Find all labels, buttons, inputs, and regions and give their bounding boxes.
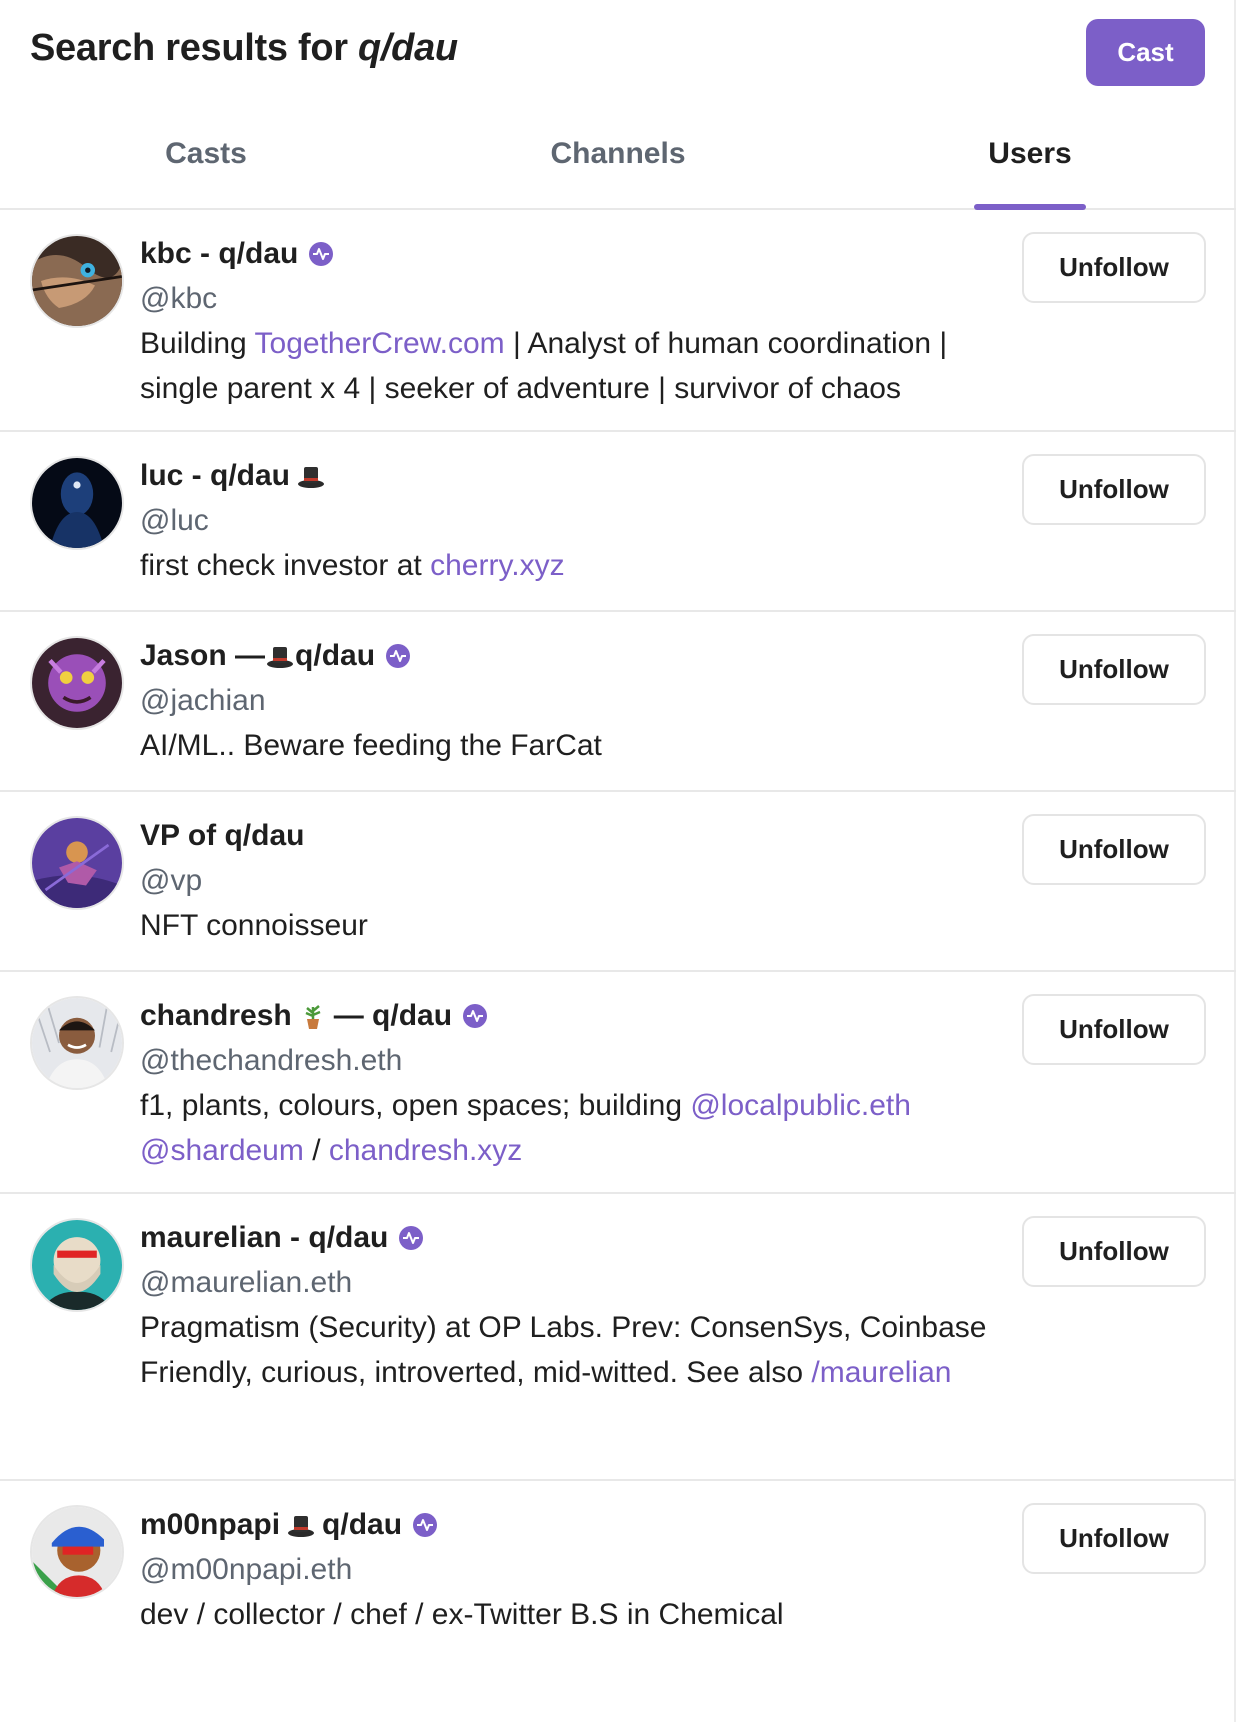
display-name-text: — q/dau	[333, 999, 453, 1032]
potted-plant-icon	[305, 1005, 321, 1029]
top-hat-icon	[288, 1516, 315, 1537]
user-bio: f1, plants, colours, open spaces; buildi…	[140, 1083, 1020, 1173]
tab-label: Casts	[165, 137, 247, 170]
tab-casts[interactable]: Casts	[0, 105, 412, 208]
avatar[interactable]	[30, 996, 124, 1090]
avatar[interactable]	[30, 636, 124, 730]
bio-text: AI/ML.. Beware feeding the FarCat	[140, 729, 602, 762]
display-name-text: q/dau	[322, 1508, 403, 1541]
display-name-text: q/dau	[295, 639, 376, 672]
tab-users[interactable]: Users	[824, 105, 1236, 210]
bio-link[interactable]: TogetherCrew.com	[255, 327, 505, 360]
user-row: chandresh — q/dau @thechandresh.eth f1, …	[0, 972, 1236, 1194]
title-prefix: Search results for	[30, 27, 348, 69]
avatar[interactable]	[30, 1505, 124, 1599]
display-name-text: chandresh	[140, 999, 292, 1032]
display-name-text: VP of q/dau	[140, 819, 305, 852]
user-bio: first check investor at cherry.xyz	[140, 543, 1020, 588]
verified-icon	[399, 1226, 424, 1250]
user-row: VP of q/dau @vp NFT connoisseur Unfollow	[0, 792, 1236, 972]
display-name-text: kbc - q/dau	[140, 237, 299, 270]
bio-text: Building	[140, 327, 255, 360]
user-bio: Building TogetherCrew.com | Analyst of h…	[140, 321, 1020, 411]
unfollow-button[interactable]: Unfollow	[1022, 994, 1206, 1065]
verified-icon	[413, 1513, 438, 1537]
avatar[interactable]	[30, 1218, 124, 1312]
bio-text: /	[303, 1134, 329, 1167]
bio-text: f1, plants, colours, open spaces; buildi…	[140, 1089, 691, 1122]
top-hat-icon	[298, 467, 324, 488]
avatar[interactable]	[30, 816, 124, 910]
user-bio: NFT connoisseur	[140, 903, 1020, 948]
user-bio: dev / collector / chef / ex-Twitter B.S …	[140, 1592, 1020, 1637]
display-name-text: Jason —	[140, 639, 266, 672]
avatar[interactable]	[30, 234, 124, 328]
user-row: maurelian - q/dau @maurelian.eth Pragmat…	[0, 1194, 1236, 1481]
user-row: kbc - q/dau @kbc Building TogetherCrew.c…	[0, 210, 1236, 432]
unfollow-button[interactable]: Unfollow	[1022, 1216, 1206, 1287]
tab-label: Channels	[550, 137, 686, 170]
bio-link[interactable]: /maurelian	[811, 1356, 951, 1389]
unfollow-button[interactable]: Unfollow	[1022, 634, 1206, 705]
bio-text: dev / collector / chef / ex-Twitter B.S …	[140, 1598, 784, 1631]
header: Search results for q/dau Cast	[0, 0, 1236, 105]
bio-link[interactable]: @localpublic.eth	[690, 1089, 911, 1122]
avatar[interactable]	[30, 456, 124, 550]
search-results-page: Search results for q/dau Cast Casts Chan…	[0, 0, 1236, 1722]
tab-label: Users	[988, 137, 1072, 170]
verified-icon	[386, 644, 411, 668]
bio-text: first check investor at	[140, 549, 431, 582]
verified-icon	[309, 242, 334, 266]
user-bio: Pragmatism (Security) at OP Labs. Prev: …	[140, 1305, 1020, 1395]
page-title: Search results for q/dau	[30, 27, 458, 70]
display-name-text: m00npapi	[140, 1508, 281, 1541]
user-row: luc - q/dau @luc first check investor at…	[0, 432, 1236, 612]
user-row: m00npapi q/dau @m00npapi.eth dev / colle…	[0, 1481, 1236, 1681]
tab-channels[interactable]: Channels	[412, 105, 824, 208]
unfollow-button[interactable]: Unfollow	[1022, 814, 1206, 885]
verified-icon	[463, 1004, 488, 1028]
unfollow-button[interactable]: Unfollow	[1022, 454, 1206, 525]
unfollow-button[interactable]: Unfollow	[1022, 1503, 1206, 1574]
unfollow-button[interactable]: Unfollow	[1022, 232, 1206, 303]
cast-button[interactable]: Cast	[1086, 19, 1205, 86]
search-query: q/dau	[358, 27, 458, 69]
display-name-text: maurelian - q/dau	[140, 1221, 389, 1254]
user-row: Jason — q/dau @jachian AI/ML.. Beware fe…	[0, 612, 1236, 792]
bio-link[interactable]: chandresh.xyz	[329, 1134, 522, 1167]
bio-link[interactable]: @shardeum	[140, 1134, 304, 1167]
user-bio: AI/ML.. Beware feeding the FarCat	[140, 723, 1020, 768]
bio-link[interactable]: cherry.xyz	[430, 549, 564, 582]
display-name-text: luc - q/dau	[140, 459, 290, 492]
bio-text: NFT connoisseur	[140, 909, 368, 942]
results-tabs: Casts Channels Users	[0, 105, 1236, 210]
top-hat-icon	[267, 647, 294, 668]
